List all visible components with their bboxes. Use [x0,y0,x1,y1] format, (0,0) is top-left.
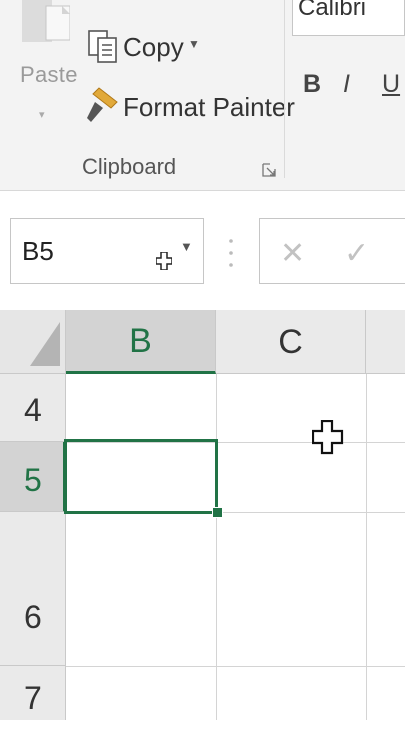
group-divider [284,0,285,178]
select-all-triangle-icon [30,322,60,366]
cell-b4[interactable] [66,374,216,442]
copy-dropdown-arrow-icon[interactable]: ▼ [188,37,200,51]
cell-c7[interactable] [216,666,366,720]
paste-button[interactable]: Paste [20,62,78,88]
fill-handle[interactable] [212,507,223,518]
column-header-partial[interactable] [366,310,405,374]
format-painter-button[interactable]: Format Painter [123,92,295,123]
name-box-value: B5 [22,236,54,266]
grid-line [366,374,367,720]
underline-button[interactable]: U [382,70,400,99]
copy-icon[interactable] [88,30,118,64]
copy-button[interactable]: Copy [123,32,184,63]
row-header-7[interactable]: 7 [0,666,66,720]
cell-b6[interactable] [66,512,216,666]
font-name-value: Calibri [298,0,367,21]
row-header-6[interactable]: 6 [0,512,66,666]
cell-select-cursor-icon [312,420,344,455]
dialog-launcher-icon[interactable] [262,163,276,177]
cancel-icon[interactable]: ✕ [280,236,305,271]
active-cell-b5[interactable] [64,439,218,514]
bold-button[interactable]: B [303,70,321,99]
italic-button[interactable]: I [343,70,350,99]
cell-c6[interactable] [216,512,366,666]
column-header-b[interactable]: B [66,310,216,374]
paintbrush-icon[interactable] [85,86,119,124]
clipboard-group-label: Clipboard [82,154,177,179]
formula-bar-resize-handle[interactable] [228,237,234,269]
cell-b7[interactable] [66,666,216,720]
column-header-c[interactable]: C [216,310,366,374]
row-header-5[interactable]: 5 [0,442,66,512]
move-cursor-icon [156,252,172,270]
paste-dropdown-arrow-icon[interactable]: ▾ [39,108,45,121]
enter-icon[interactable]: ✓ [344,236,369,271]
paste-icon[interactable] [22,0,70,46]
row-header-4[interactable]: 4 [0,374,66,442]
name-box-dropdown-icon[interactable]: ▼ [180,239,193,254]
